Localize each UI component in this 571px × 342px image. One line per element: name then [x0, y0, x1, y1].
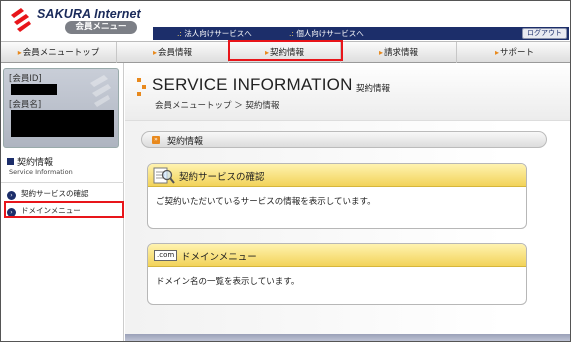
page-title: SERVICE INFORMATION	[152, 75, 353, 94]
arrow-icon: ▸	[494, 48, 499, 57]
nav-member-info[interactable]: ▸会員情報	[117, 42, 229, 63]
logo-text: SAKURA Internet	[37, 7, 141, 21]
sidebar-section-subtitle: Service Information	[9, 168, 73, 176]
panel-header: 契約サービスの確認	[148, 164, 526, 187]
breadcrumb: 会員メニュートップ ＞ 契約情報	[155, 101, 280, 111]
panel-title[interactable]: ドメインメニュー	[181, 249, 257, 263]
header: SAKURA Internet 会員メニュー .: 法人向けサービスへ .: 個…	[1, 1, 570, 41]
corp-service-link[interactable]: .: 法人向けサービスへ	[177, 27, 252, 40]
sidebar-section-title: 契約情報	[7, 155, 53, 168]
sidebar-item-highlight	[4, 201, 124, 218]
logo-subtitle: 会員メニュー	[65, 21, 137, 34]
sakura-logo-icon	[11, 8, 31, 32]
logout-button[interactable]: ログアウト	[522, 28, 567, 39]
arrow-icon: ▸	[378, 48, 383, 57]
page-header: SERVICE INFORMATION 契約情報 会員メニュートップ ＞ 契約情…	[125, 63, 570, 121]
section-bar: » 契約情報	[141, 131, 547, 148]
nav-active-highlight	[228, 40, 343, 61]
panel-body-text: ご契約いただいているサービスの情報を表示しています。	[156, 197, 376, 207]
app-window: SAKURA Internet 会員メニュー .: 法人向けサービスへ .: 個…	[0, 0, 571, 342]
panel-domain-menu: .com ドメインメニュー ドメイン名の一覧を表示しています。	[147, 243, 527, 305]
arrow-icon: ▸	[152, 48, 157, 57]
member-name-redacted	[11, 110, 114, 137]
member-id-redacted	[11, 84, 57, 95]
arrow-icon: ▸	[17, 48, 22, 57]
arrow-circle-icon: ›	[7, 191, 16, 200]
main-content: SERVICE INFORMATION 契約情報 会員メニュートップ ＞ 契約情…	[125, 63, 570, 341]
magnifier-icon	[153, 167, 175, 184]
nav-member-top[interactable]: ▸会員メニュートップ	[1, 42, 117, 63]
panel-header: .com ドメインメニュー	[148, 244, 526, 267]
square-icon	[7, 158, 14, 165]
member-id-label: [会員ID]	[9, 74, 42, 84]
sidebar-divider	[1, 182, 124, 183]
orange-marker-icon	[137, 78, 146, 96]
footer-bar	[125, 334, 570, 341]
section-label: 契約情報	[167, 137, 204, 147]
top-bar: .: 法人向けサービスへ .: 個人向けサービスへ ログアウト	[153, 27, 569, 40]
member-id-box: [会員ID] [会員名]	[3, 68, 119, 148]
personal-service-link[interactable]: .: 個人向けサービスへ	[289, 27, 364, 40]
panel-body-text: ドメイン名の一覧を表示しています。	[156, 277, 300, 287]
member-name-label: [会員名]	[9, 100, 42, 110]
nav-billing-info[interactable]: ▸請求情報	[341, 42, 457, 63]
dotcom-icon: .com	[154, 250, 178, 261]
sidebar-item-contract-services[interactable]: › 契約サービスの確認	[7, 188, 89, 200]
panel-contract-services: 契約サービスの確認 ご契約いただいているサービスの情報を表示しています。	[147, 163, 527, 229]
section-icon: »	[152, 136, 160, 144]
sidebar: [会員ID] [会員名] 契約情報 Service Information › 契…	[1, 63, 124, 341]
panel-title[interactable]: 契約サービスの確認	[179, 169, 265, 183]
logo-watermark-icon	[90, 75, 111, 107]
page-title-jp: 契約情報	[356, 84, 391, 94]
nav-support[interactable]: ▸サポート	[457, 42, 570, 63]
